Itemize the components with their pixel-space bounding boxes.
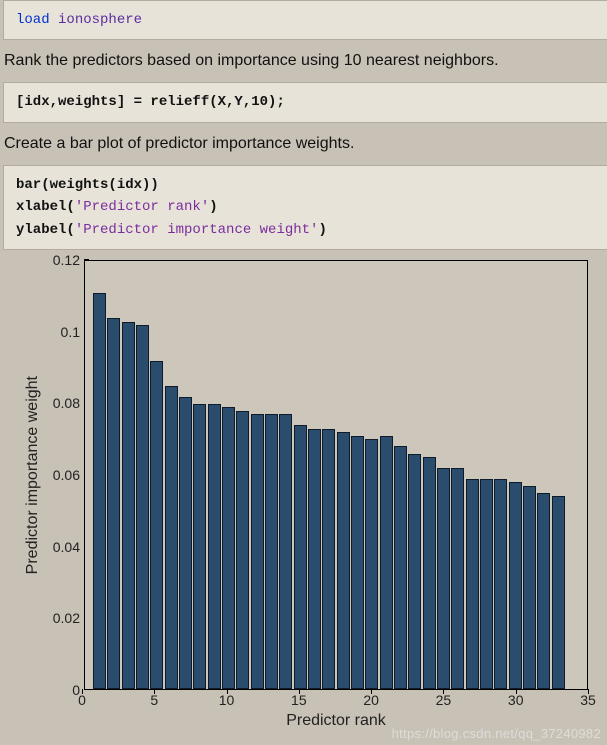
chart-bar bbox=[294, 425, 307, 689]
code-token: ylabel( bbox=[16, 222, 75, 238]
code-block-load: load ionosphere bbox=[3, 0, 607, 40]
code-line: ylabel('Predictor importance weight') bbox=[16, 219, 595, 241]
chart-bar bbox=[165, 386, 178, 689]
code-token: ionosphere bbox=[58, 12, 142, 28]
code-block-relieff: [idx,weights] = relieff(X,Y,10); bbox=[3, 82, 607, 122]
chart-bar bbox=[480, 479, 493, 689]
code-line: bar(weights(idx)) bbox=[16, 174, 595, 196]
prose-rank: Rank the predictors based on importance … bbox=[4, 52, 603, 70]
chart-bar bbox=[552, 496, 565, 689]
code-line: load ionosphere bbox=[16, 9, 595, 31]
chart-bar bbox=[494, 479, 507, 689]
chart-xtick: 15 bbox=[291, 692, 307, 708]
chart-bar bbox=[380, 436, 393, 689]
chart-ytick: 0.04 bbox=[53, 539, 80, 555]
chart-xtick: 25 bbox=[436, 692, 452, 708]
chart-xtick: 35 bbox=[580, 692, 596, 708]
chart-bar bbox=[208, 404, 221, 689]
chart-bar bbox=[351, 436, 364, 689]
chart-bar bbox=[408, 454, 421, 689]
code-line: xlabel('Predictor rank') bbox=[16, 196, 595, 218]
chart-bar bbox=[236, 411, 249, 689]
code-token: xlabel( bbox=[16, 199, 75, 215]
code-token: ) bbox=[318, 222, 326, 238]
chart-bar bbox=[523, 486, 536, 689]
chart-xaxis: 05101520253035 bbox=[82, 690, 588, 710]
chart-ytick: 0.1 bbox=[61, 324, 80, 340]
chart-bar bbox=[279, 414, 292, 689]
chart-bar bbox=[107, 318, 120, 689]
chart-bar bbox=[423, 457, 436, 689]
chart-xtick: 30 bbox=[508, 692, 524, 708]
code-block-plot: bar(weights(idx)) xlabel('Predictor rank'… bbox=[3, 165, 607, 250]
chart-ytick: 0.08 bbox=[53, 395, 80, 411]
chart-bar bbox=[466, 479, 479, 689]
chart-xtick: 5 bbox=[150, 692, 158, 708]
chart-bar bbox=[537, 493, 550, 689]
chart-bar bbox=[222, 407, 235, 689]
chart-bar bbox=[394, 446, 407, 689]
chart-ytick: 0.06 bbox=[53, 467, 80, 483]
chart-bar bbox=[337, 432, 350, 689]
chart-bar bbox=[179, 397, 192, 689]
prose-barplot: Create a bar plot of predictor importanc… bbox=[4, 135, 603, 153]
chart-bar bbox=[122, 322, 135, 689]
chart-bar bbox=[150, 361, 163, 689]
code-token: load bbox=[16, 12, 58, 28]
chart-bar bbox=[365, 439, 378, 689]
chart-bar bbox=[451, 468, 464, 689]
chart-bar bbox=[93, 293, 106, 689]
chart: Predictor importance weight 0 0.02 0.04 0.0… bbox=[20, 260, 590, 730]
chart-ylabel: Predictor importance weight bbox=[20, 376, 42, 574]
code-token: [idx,weights] = relieff(X,Y,10); bbox=[16, 94, 285, 110]
chart-bar bbox=[308, 429, 321, 689]
code-token: 'Predictor importance weight' bbox=[75, 222, 319, 238]
chart-bar bbox=[136, 325, 149, 689]
chart-ytick: 0.12 bbox=[53, 252, 80, 268]
chart-bar bbox=[437, 468, 450, 689]
chart-xtick: 0 bbox=[78, 692, 86, 708]
chart-xtick: 10 bbox=[219, 692, 235, 708]
chart-bar bbox=[193, 404, 206, 689]
chart-plot-area bbox=[84, 260, 588, 690]
code-token: 'Predictor rank' bbox=[75, 199, 209, 215]
chart-yaxis: 00.020.040.060.080.10.12 bbox=[42, 260, 84, 690]
watermark: https://blog.csdn.net/qq_37240982 bbox=[392, 726, 601, 741]
chart-bar bbox=[265, 414, 278, 689]
chart-ytick: 0.02 bbox=[53, 610, 80, 626]
code-token: bar(weights(idx)) bbox=[16, 177, 159, 193]
chart-bar bbox=[509, 482, 522, 689]
chart-bar bbox=[251, 414, 264, 689]
chart-bar bbox=[322, 429, 335, 689]
code-token: ) bbox=[209, 199, 217, 215]
code-line: [idx,weights] = relieff(X,Y,10); bbox=[16, 91, 595, 113]
chart-xtick: 20 bbox=[363, 692, 379, 708]
